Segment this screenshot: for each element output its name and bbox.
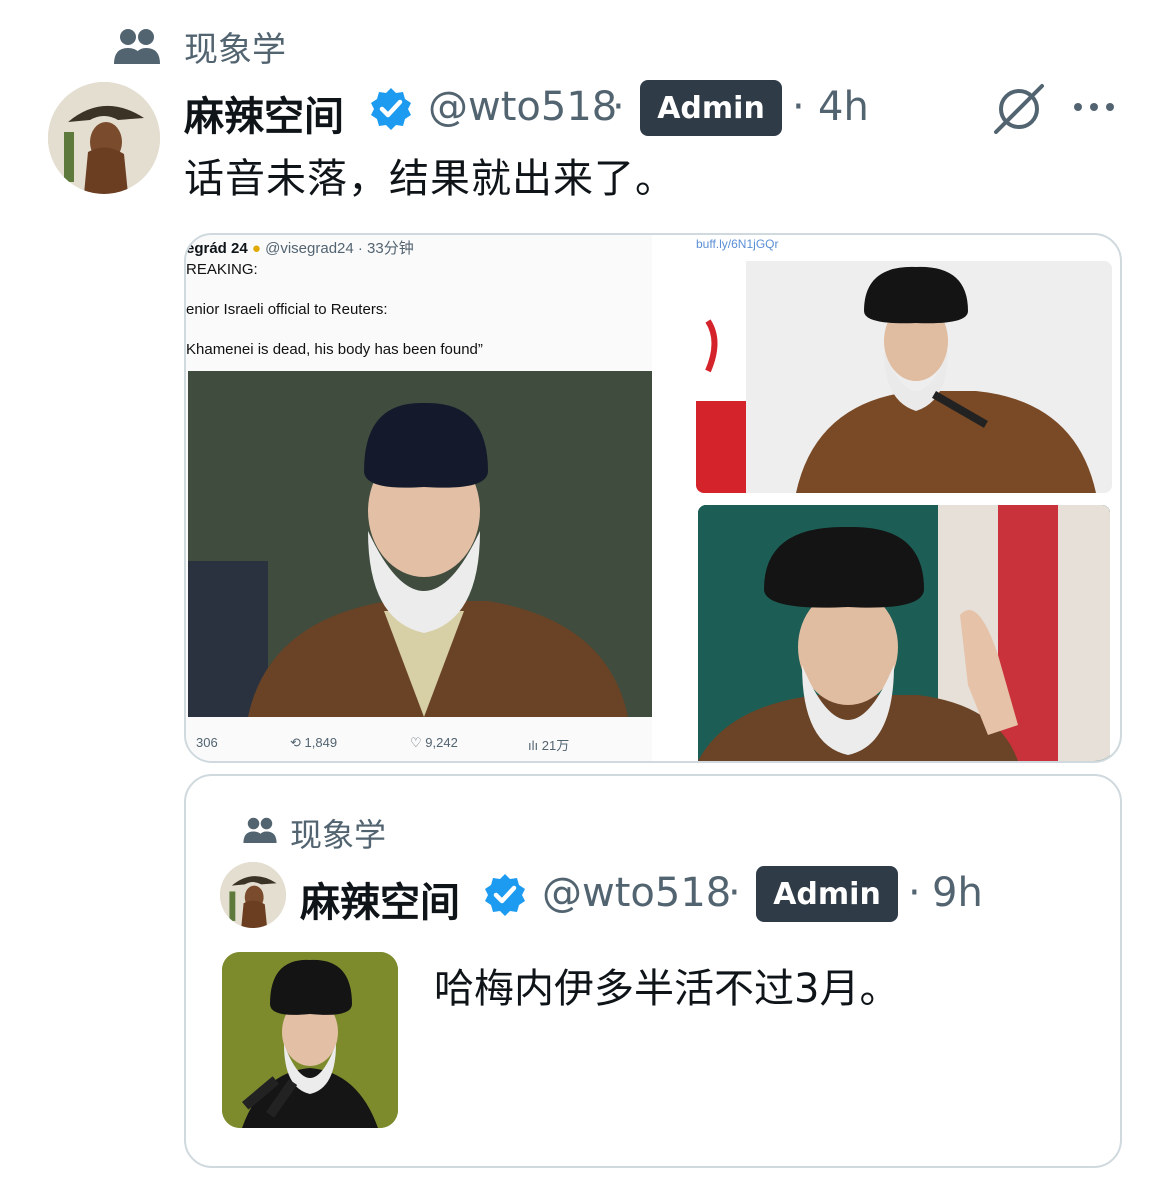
photo-bottom[interactable] [698, 505, 1110, 761]
avatar[interactable] [48, 82, 160, 194]
separator: · [792, 84, 805, 130]
separator: · [612, 84, 625, 130]
screenshot-line: enior Israeli official to Reuters: [186, 301, 388, 318]
verified-badge-icon [371, 88, 411, 130]
social-context-label[interactable]: 现象学 [184, 22, 286, 71]
quoted-thumbnail[interactable] [222, 952, 398, 1128]
portrait-photo [188, 371, 652, 717]
verified-badge-icon [485, 874, 525, 916]
admin-badge: Admin [756, 866, 898, 922]
quoted-social-context[interactable]: 现象学 [290, 810, 386, 856]
screenshot-stats: 306 ⟲ 1,849 ♡ 9,242 ılı 21万 [196, 735, 570, 753]
author-name[interactable]: 麻辣空间 [184, 84, 344, 142]
screenshot-header: egrád 24 ● @visegrad24 · 33分钟 [186, 240, 414, 257]
quoted-post-time[interactable]: 9h [932, 870, 983, 916]
quoted-author-name[interactable]: 麻辣空间 [300, 870, 460, 928]
screenshot-line: REAKING: [186, 261, 258, 278]
author-handle[interactable]: @wto518 [428, 84, 617, 130]
quoted-post-body: 哈梅内伊多半活不过3月。 [434, 966, 900, 1012]
post-body: 话音未落，结果就出来了。 [184, 156, 676, 202]
admin-badge: Admin [640, 80, 782, 136]
screenshot-line: Khamenei is dead, his body has been foun… [186, 341, 483, 358]
quoted-avatar[interactable] [220, 862, 286, 928]
separator: · [908, 870, 921, 916]
screenshot-image[interactable]: egrád 24 ● @visegrad24 · 33分钟 REAKING: e… [186, 235, 652, 761]
separator: · [728, 870, 741, 916]
people-icon [243, 817, 277, 843]
photo-top[interactable] [696, 261, 1112, 493]
people-icon [114, 29, 160, 64]
more-icon[interactable] [1070, 92, 1118, 122]
grok-icon[interactable] [990, 80, 1048, 138]
link-text: buff.ly/6N1jGQr [696, 237, 779, 251]
quoted-author-handle[interactable]: @wto518 [542, 870, 731, 916]
media-grid[interactable]: egrád 24 ● @visegrad24 · 33分钟 REAKING: e… [184, 233, 1122, 763]
post-time[interactable]: 4h [818, 84, 869, 130]
